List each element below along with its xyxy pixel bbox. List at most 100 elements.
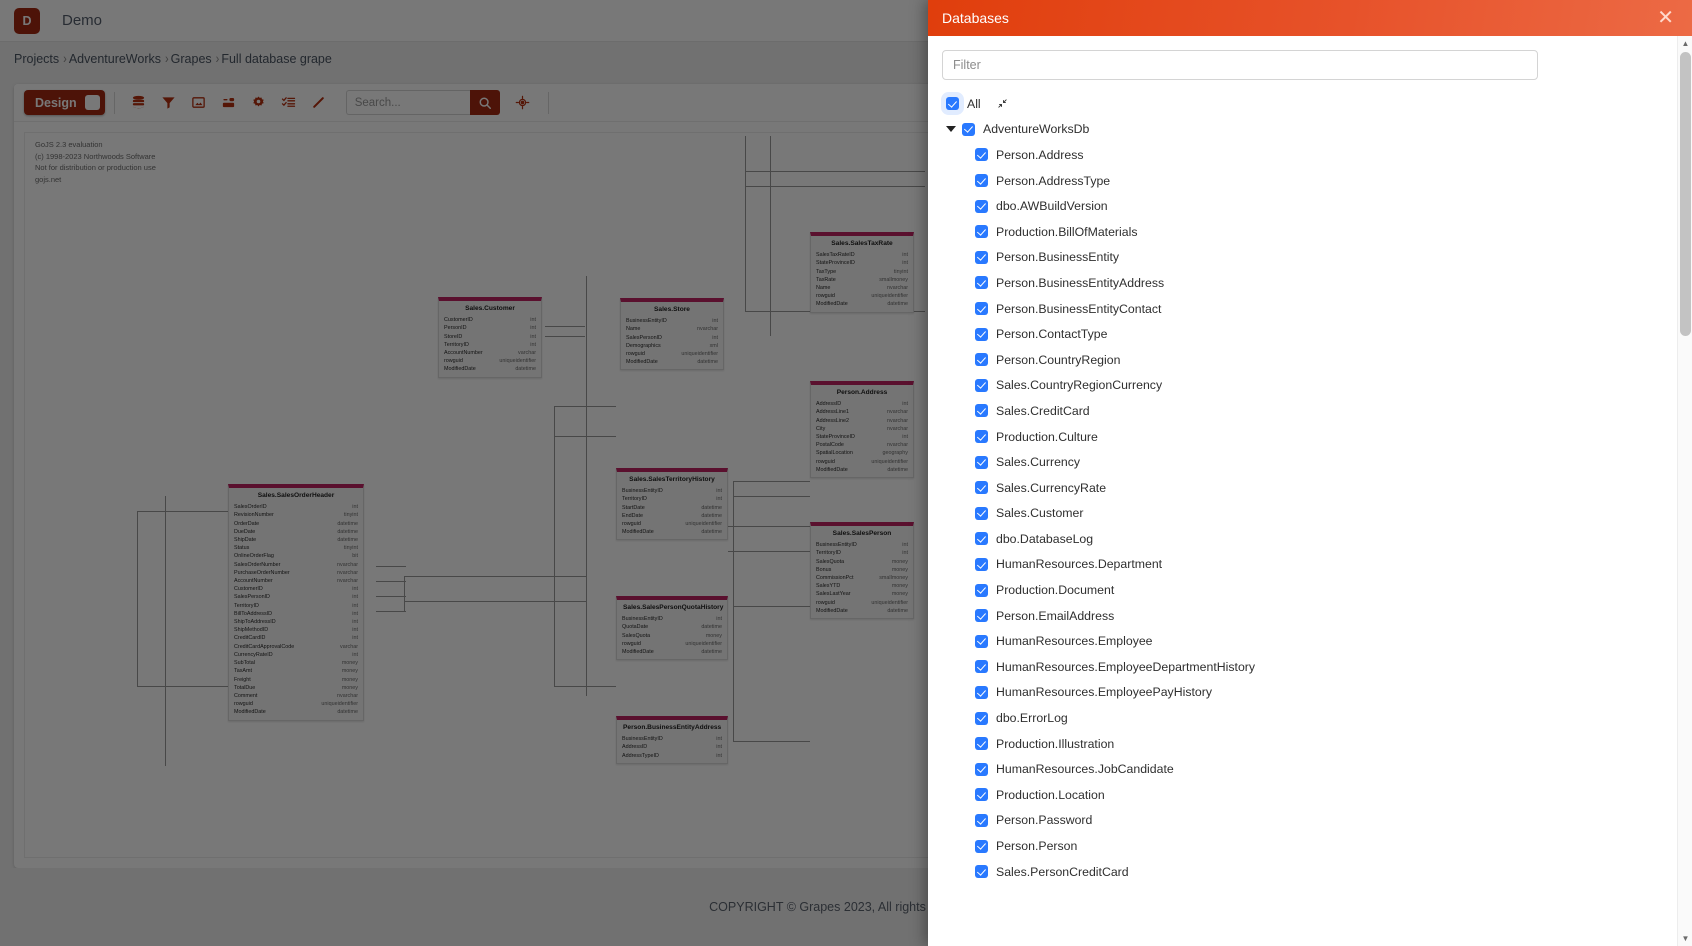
tree-row-table[interactable]: HumanResources.JobCandidate [942, 756, 1676, 782]
dialog-header: Databases ✕ [928, 0, 1692, 36]
checkbox-table[interactable] [975, 609, 988, 623]
tree-label-table: Sales.CreditCard [996, 403, 1090, 418]
chevron-down-icon[interactable] [946, 126, 956, 133]
tree-row-table[interactable]: Production.Culture [942, 424, 1676, 450]
tree-row-table[interactable]: Person.Password [942, 808, 1676, 834]
checkbox-table[interactable] [975, 788, 988, 802]
checkbox-table[interactable] [975, 660, 988, 674]
checkbox-table[interactable] [975, 276, 988, 290]
tree-label-table: Person.Password [996, 813, 1093, 828]
checkbox-table[interactable] [975, 250, 988, 264]
close-icon[interactable]: ✕ [1655, 8, 1676, 28]
screen: D Demo Projects › AdventureWorks › Grape… [0, 0, 1692, 946]
tree-row-table[interactable]: HumanResources.EmployeeDepartmentHistory [942, 654, 1676, 680]
tree-row-table[interactable]: Person.CountryRegion [942, 347, 1676, 373]
tree-row-table[interactable]: dbo.ErrorLog [942, 705, 1676, 731]
tree-row-all[interactable]: All [942, 91, 1676, 117]
checkbox-table[interactable] [975, 302, 988, 316]
tree-row-table[interactable]: Person.EmailAddress [942, 603, 1676, 629]
checkbox-table[interactable] [975, 737, 988, 751]
tree-label-table: Production.BillOfMaterials [996, 224, 1138, 239]
checkbox-database[interactable] [962, 122, 975, 136]
tree-row-table[interactable]: Production.Document [942, 577, 1676, 603]
tree-label-table: Sales.Currency [996, 455, 1081, 470]
checkbox-table[interactable] [975, 353, 988, 367]
tree-row-table[interactable]: Sales.CurrencyRate [942, 475, 1676, 501]
checkbox-table[interactable] [975, 685, 988, 699]
checkbox-table[interactable] [975, 378, 988, 392]
checkbox-table[interactable] [975, 481, 988, 495]
checkbox-table[interactable] [975, 174, 988, 188]
tree-row-table[interactable]: Person.BusinessEntity [942, 245, 1676, 271]
tree-row-table[interactable]: Person.ContactType [942, 321, 1676, 347]
tree-label-table: Sales.PersonCreditCard [996, 864, 1129, 879]
tree-label-table: dbo.AWBuildVersion [996, 199, 1108, 214]
tree-row-table[interactable]: Production.Location [942, 782, 1676, 808]
filter-input[interactable] [942, 50, 1538, 80]
checkbox-table[interactable] [975, 506, 988, 520]
tree-row-table[interactable]: HumanResources.Department [942, 552, 1676, 578]
checkbox-table[interactable] [975, 148, 988, 162]
checkbox-table[interactable] [975, 634, 988, 648]
tree-label-table: HumanResources.JobCandidate [996, 762, 1174, 777]
tree-row-table[interactable]: Sales.Customer [942, 501, 1676, 527]
database-tree: All AdventureWorksDb Person.Address Perso… [942, 91, 1676, 884]
tree-row-table[interactable]: Person.BusinessEntityAddress [942, 270, 1676, 296]
tree-label-table: Person.AddressType [996, 173, 1111, 188]
checkbox-table[interactable] [975, 404, 988, 418]
checkbox-table[interactable] [975, 557, 988, 571]
tree-label-database: AdventureWorksDb [983, 122, 1090, 137]
tree-row-table[interactable]: dbo.DatabaseLog [942, 526, 1676, 552]
tree-row-table[interactable]: Sales.Currency [942, 449, 1676, 475]
tree-label-table: HumanResources.EmployeePayHistory [996, 685, 1212, 700]
checkbox-table[interactable] [975, 583, 988, 597]
tree-row-table[interactable]: Person.Person [942, 833, 1676, 859]
tree-label-table: Production.Illustration [996, 736, 1115, 751]
tree-label-table: dbo.DatabaseLog [996, 531, 1094, 546]
tree-row-table[interactable]: Person.Address [942, 142, 1676, 168]
tree-row-database[interactable]: AdventureWorksDb [942, 117, 1676, 143]
dialog-body: All AdventureWorksDb Person.AddressPerso… [928, 36, 1692, 946]
tree-row-table[interactable]: Sales.PersonCreditCard [942, 859, 1676, 885]
checkbox-table[interactable] [975, 532, 988, 546]
checkbox-table[interactable] [975, 711, 988, 725]
tree-row-table[interactable]: dbo.AWBuildVersion [942, 193, 1676, 219]
tree-row-table[interactable]: Sales.CreditCard [942, 398, 1676, 424]
tree-label-table: dbo.ErrorLog [996, 711, 1068, 726]
tree-label-table: Person.Address [996, 147, 1084, 162]
tree-label-table: Production.Culture [996, 429, 1098, 444]
checkbox-table[interactable] [975, 865, 988, 879]
tree-row-table[interactable]: Person.BusinessEntityContact [942, 296, 1676, 322]
collapse-arrows-icon[interactable] [997, 98, 1008, 109]
tree-label-table: Person.CountryRegion [996, 352, 1121, 367]
tree-row-table[interactable]: Production.Illustration [942, 731, 1676, 757]
tree-label-table: HumanResources.Employee [996, 634, 1153, 649]
tree-row-table[interactable]: Production.BillOfMaterials [942, 219, 1676, 245]
tree-label-table: Sales.CountryRegionCurrency [996, 378, 1163, 393]
tree-label-table: Production.Location [996, 787, 1105, 802]
dialog-scrollbar[interactable]: ▲ ▼ [1677, 36, 1692, 946]
checkbox-table[interactable] [975, 813, 988, 827]
tree-row-table[interactable]: Person.AddressType [942, 168, 1676, 194]
checkbox-table[interactable] [975, 455, 988, 469]
checkbox-table[interactable] [975, 327, 988, 341]
scroll-up-icon[interactable]: ▲ [1678, 36, 1692, 51]
tree-row-table[interactable]: HumanResources.Employee [942, 628, 1676, 654]
tree-leaf-list: Person.Address Person.AddressType dbo.AWBu… [942, 142, 1676, 884]
checkbox-table[interactable] [975, 839, 988, 853]
tree-label-table: Sales.CurrencyRate [996, 480, 1107, 495]
tree-label-table: Person.BusinessEntityAddress [996, 275, 1165, 290]
checkbox-table[interactable] [975, 762, 988, 776]
checkbox-all[interactable] [946, 97, 959, 111]
checkbox-table[interactable] [975, 225, 988, 239]
checkbox-table[interactable] [975, 199, 988, 213]
scrollbar-thumb[interactable] [1680, 52, 1691, 336]
tree-label-table: Person.EmailAddress [996, 608, 1115, 623]
checkbox-table[interactable] [975, 430, 988, 444]
tree-label-table: Sales.Customer [996, 506, 1084, 521]
tree-label-table: Production.Document [996, 583, 1115, 598]
tree-label-table: Person.ContactType [996, 327, 1108, 342]
tree-row-table[interactable]: Sales.CountryRegionCurrency [942, 373, 1676, 399]
tree-row-table[interactable]: HumanResources.EmployeePayHistory [942, 680, 1676, 706]
scroll-down-icon[interactable]: ▼ [1678, 931, 1692, 946]
